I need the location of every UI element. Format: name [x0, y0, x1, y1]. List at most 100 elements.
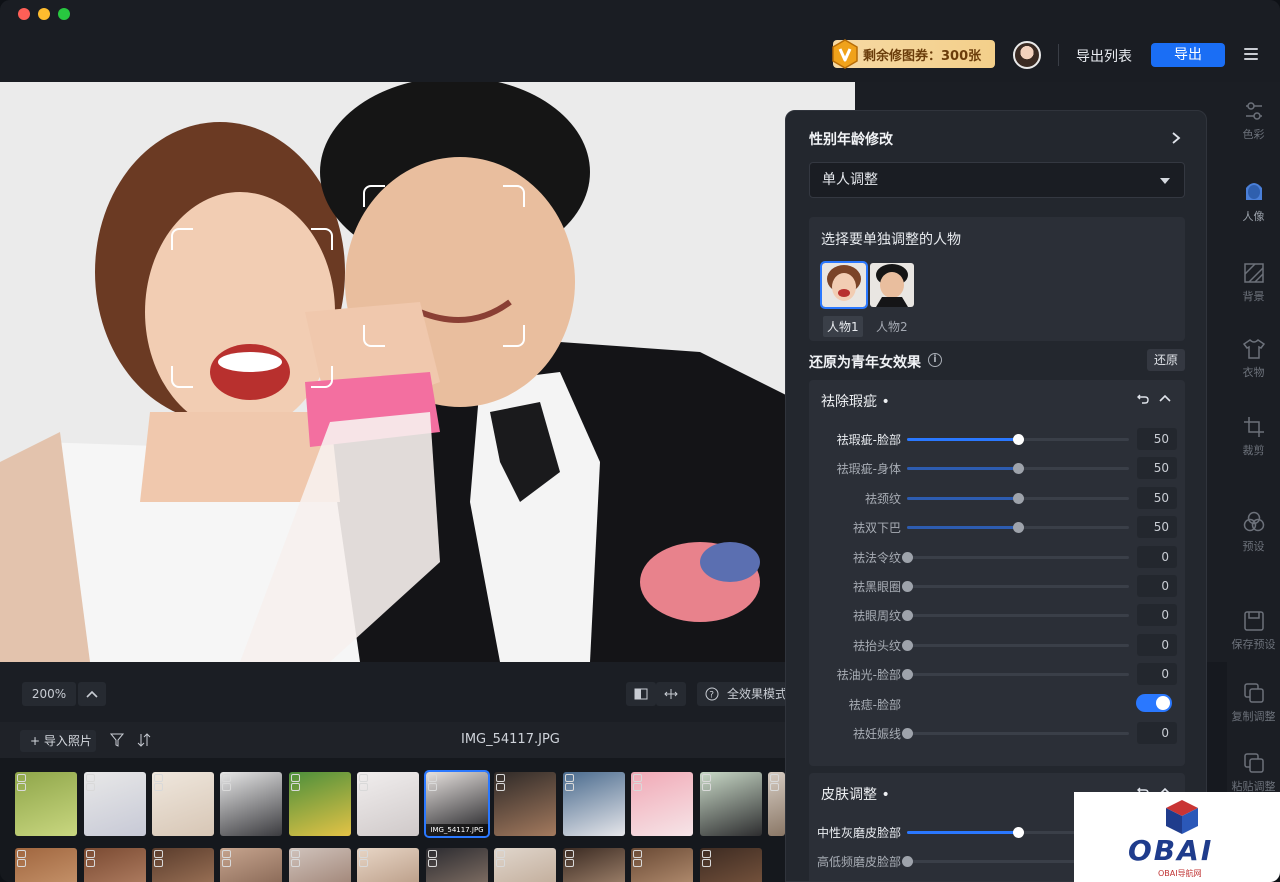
slider-knob[interactable]: [902, 856, 913, 868]
photo-thumb[interactable]: [563, 848, 625, 882]
close-window-button[interactable]: [18, 8, 30, 20]
undo-icon[interactable]: [1137, 392, 1149, 404]
slider-value-input[interactable]: 50: [1137, 457, 1177, 480]
split-view-button[interactable]: [656, 682, 686, 706]
slider-knob[interactable]: [1013, 463, 1024, 475]
photo-thumb[interactable]: [289, 848, 351, 882]
slider-value-input[interactable]: 50: [1137, 516, 1177, 539]
slider-value-input[interactable]: 0: [1137, 575, 1177, 597]
rail-background[interactable]: 背景: [1227, 262, 1280, 304]
photo-thumb[interactable]: [220, 848, 282, 882]
rail-paste-adjust[interactable]: 粘贴调整: [1227, 752, 1280, 794]
slider-label: 祛痣-脸部: [848, 697, 901, 712]
effect-mode-button[interactable]: ? 全效果模式: [697, 682, 787, 706]
slider-track[interactable]: [902, 551, 1129, 563]
slider-value-input[interactable]: 0: [1137, 633, 1177, 656]
slider-track[interactable]: [902, 610, 1129, 622]
slider-value-input[interactable]: 50: [1137, 486, 1177, 509]
photo-thumb[interactable]: [426, 848, 488, 882]
chevron-up-icon[interactable]: [1159, 394, 1171, 402]
photo-thumb[interactable]: [700, 772, 762, 836]
compare-button[interactable]: [626, 682, 656, 706]
slider-track[interactable]: [907, 434, 1129, 445]
info-icon[interactable]: i: [928, 353, 942, 367]
import-photos-button[interactable]: + 导入照片: [20, 730, 96, 752]
slider-value-input[interactable]: 0: [1137, 545, 1177, 568]
slider-knob[interactable]: [902, 581, 913, 592]
menu-icon[interactable]: [1244, 48, 1258, 60]
photo-thumb[interactable]: [15, 772, 77, 836]
face-box-person1[interactable]: [171, 228, 333, 388]
user-avatar[interactable]: [1013, 41, 1041, 69]
photo-thumb[interactable]: [631, 848, 693, 882]
minimize-window-button[interactable]: [38, 8, 50, 20]
person-1-label[interactable]: 人物1: [823, 316, 863, 337]
person-1-thumb[interactable]: [820, 261, 868, 309]
chevron-right-icon[interactable]: [1170, 131, 1182, 145]
slider-knob[interactable]: [902, 669, 913, 681]
slider-knob[interactable]: [1013, 522, 1024, 534]
slider-knob[interactable]: [902, 639, 913, 651]
rail-clothing[interactable]: 衣物: [1227, 338, 1280, 380]
photo-thumb[interactable]: [84, 848, 146, 882]
photo-thumb[interactable]: [357, 848, 419, 882]
photo-thumb[interactable]: [152, 848, 214, 882]
slider-value-input[interactable]: 50: [1137, 428, 1177, 450]
person-2-label[interactable]: 人物2: [872, 316, 912, 337]
toggle-switch[interactable]: [1136, 693, 1172, 712]
photo-thumb[interactable]: [768, 772, 785, 836]
export-list-button[interactable]: 导出列表: [1076, 46, 1132, 66]
slider-knob[interactable]: [1013, 492, 1024, 504]
slider-row: 祛法令纹 0: [809, 545, 1185, 568]
slider-knob[interactable]: [902, 551, 913, 563]
photo-thumb[interactable]: [220, 772, 282, 836]
photo-thumb[interactable]: [357, 772, 419, 836]
photo-thumb[interactable]: [700, 848, 762, 882]
face-box-person2[interactable]: [363, 185, 525, 347]
slider-knob[interactable]: [1013, 827, 1024, 838]
photo-thumb[interactable]: [631, 772, 693, 836]
person-2-thumb[interactable]: [870, 263, 914, 307]
photo-canvas[interactable]: [0, 82, 855, 662]
slider-track[interactable]: [902, 639, 1129, 651]
export-button[interactable]: 导出: [1151, 43, 1225, 67]
slider-label: 中性灰磨皮脸部: [816, 826, 901, 840]
filter-icon[interactable]: [108, 731, 126, 749]
rail-portrait[interactable]: 人像: [1227, 178, 1280, 224]
zoom-level[interactable]: 200%: [22, 682, 76, 706]
slider-value-input[interactable]: 0: [1137, 722, 1177, 744]
slider-value-input[interactable]: 0: [1137, 604, 1177, 627]
slider-track[interactable]: [902, 581, 1129, 592]
maximize-window-button[interactable]: [58, 8, 70, 20]
slider-row: 祛眼周纹 0: [809, 604, 1185, 627]
restore-button[interactable]: 还原: [1147, 349, 1185, 371]
photo-thumb[interactable]: [289, 772, 351, 836]
slider-knob[interactable]: [902, 728, 913, 739]
rail-crop[interactable]: 裁剪: [1227, 416, 1280, 458]
slider-track[interactable]: [902, 728, 1129, 739]
photo-thumb[interactable]: [15, 848, 77, 882]
slider-track[interactable]: [907, 522, 1129, 534]
watermark-subtext: OBAI导航网: [1158, 869, 1202, 878]
photo-thumb[interactable]: [494, 848, 556, 882]
restore-title: 还原为青年女效果: [809, 355, 921, 371]
photo-thumb[interactable]: [563, 772, 625, 836]
rail-copy-adjust[interactable]: 复制调整: [1227, 682, 1280, 724]
zoom-toggle-button[interactable]: [78, 682, 106, 706]
slider-track[interactable]: [907, 463, 1129, 475]
slider-track[interactable]: [907, 492, 1129, 504]
photo-thumb-selected[interactable]: IMG_54117.JPG: [424, 770, 490, 838]
slider-track[interactable]: [902, 669, 1129, 681]
rail-save-preset[interactable]: 保存预设: [1227, 610, 1280, 652]
coupon-badge[interactable]: 剩余修图券：300张: [832, 39, 995, 69]
rail-presets[interactable]: 预设: [1227, 510, 1280, 554]
slider-value-input[interactable]: 0: [1137, 663, 1177, 686]
adjust-mode-select[interactable]: 单人调整: [809, 162, 1185, 198]
photo-thumb[interactable]: [152, 772, 214, 836]
rail-color[interactable]: 色彩: [1227, 100, 1280, 142]
slider-knob[interactable]: [1013, 434, 1024, 445]
sort-icon[interactable]: [135, 731, 153, 749]
photo-thumb[interactable]: [494, 772, 556, 836]
slider-knob[interactable]: [902, 610, 913, 622]
photo-thumb[interactable]: [84, 772, 146, 836]
